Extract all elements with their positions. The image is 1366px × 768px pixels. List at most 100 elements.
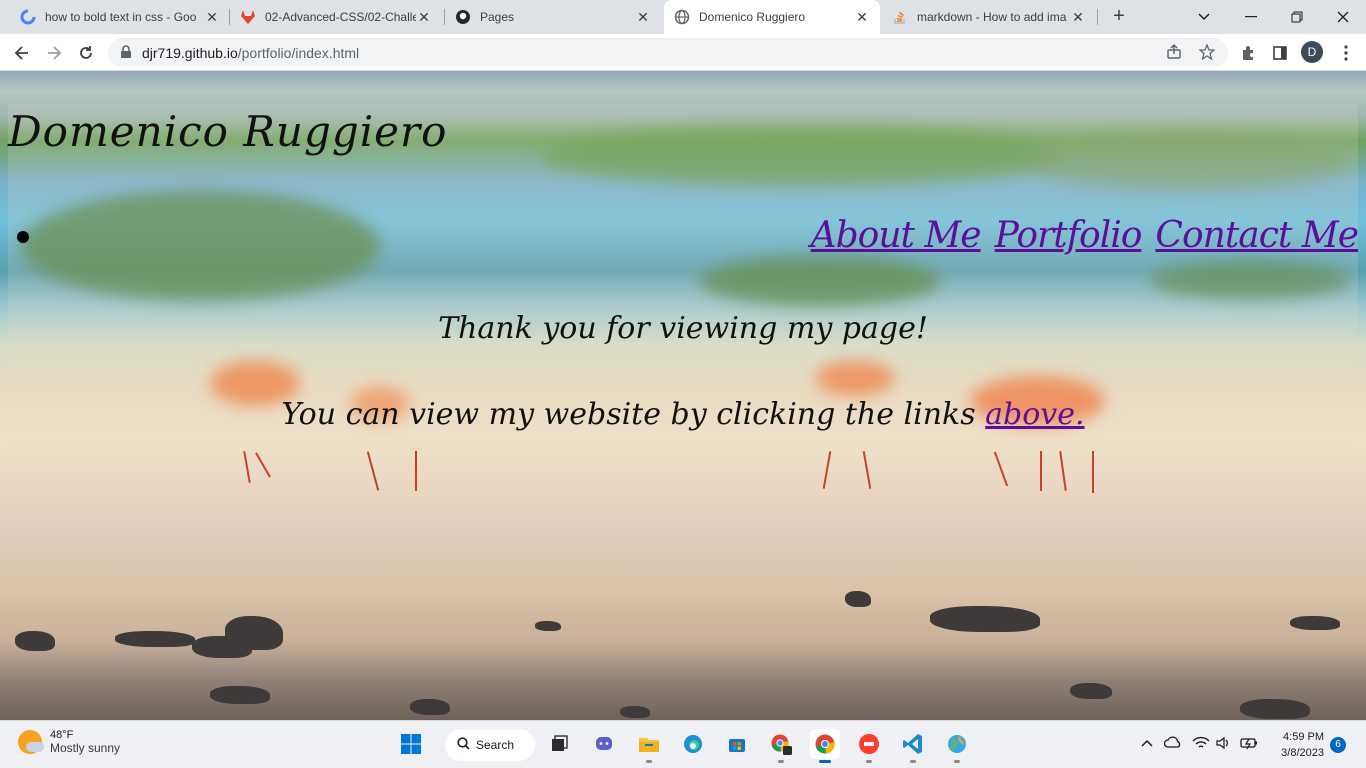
reload-icon[interactable] [73, 40, 99, 66]
weather-sun-icon [18, 730, 44, 754]
notification-badge[interactable]: 6 [1330, 737, 1346, 753]
above-link[interactable]: above. [985, 397, 1084, 432]
stackoverflow-icon [892, 9, 908, 25]
running-indicator [778, 760, 784, 763]
weather-temperature: 48°F [50, 729, 74, 741]
edge-icon[interactable] [678, 729, 708, 759]
tab-title: Pages [480, 10, 515, 24]
rock [620, 706, 650, 718]
onedrive-cloud-icon[interactable] [1163, 736, 1182, 751]
browser-toolbar: djr719.github.io/portfolio/index.html [0, 34, 1366, 71]
tab-stackoverflow[interactable]: markdown - How to add ima ✕ [882, 0, 1096, 34]
site-title: Domenico Ruggiero [8, 107, 448, 156]
search-label: Search [476, 738, 515, 752]
flamingo-leg [822, 451, 832, 489]
windows-start-icon[interactable] [396, 729, 426, 759]
nav-link-portfolio[interactable]: Portfolio [995, 215, 1143, 256]
nav-link-contact-me[interactable]: Contact Me [1155, 215, 1359, 256]
system-clock[interactable]: 4:59 PM 3/8/2023 [1272, 729, 1324, 761]
tab-github-pages[interactable]: Pages ✕ [445, 0, 661, 34]
rock [1290, 616, 1340, 630]
address-bar[interactable]: djr719.github.io/portfolio/index.html [108, 38, 1228, 67]
minimize-icon[interactable] [1228, 0, 1274, 34]
new-tab-button[interactable]: + [1108, 6, 1130, 28]
lock-icon[interactable] [120, 45, 132, 64]
extensions-puzzle-icon[interactable] [1235, 40, 1261, 66]
profile-avatar[interactable]: D [1301, 41, 1323, 63]
url-host: djr719.github.io [142, 45, 238, 61]
tab-search-chevron-icon[interactable] [1181, 0, 1227, 34]
rock [535, 621, 561, 631]
tab-gitlab[interactable]: 02-Advanced-CSS/02-Challen ✕ [230, 0, 442, 34]
active-indicator [819, 760, 831, 763]
list-bullet [17, 231, 29, 243]
vscode-icon[interactable] [898, 729, 928, 763]
flamingo-leg [993, 451, 1009, 487]
show-hidden-icons-chevron-icon[interactable] [1141, 735, 1153, 750]
ea-app-icon[interactable] [854, 729, 884, 763]
close-icon[interactable]: ✕ [635, 9, 651, 26]
globe-icon [674, 9, 690, 25]
clock-date: 3/8/2023 [1281, 747, 1324, 759]
tab-divider [1097, 9, 1098, 25]
wifi-icon[interactable] [1192, 736, 1210, 753]
tab-title: Domenico Ruggiero [699, 10, 806, 24]
rock [930, 606, 1040, 632]
side-panel-icon[interactable] [1267, 40, 1293, 66]
rock [15, 631, 55, 651]
tab-title: markdown - How to add ima [917, 10, 1067, 24]
close-icon[interactable]: ✕ [854, 9, 870, 26]
windows-taskbar: 48°F Mostly sunny Search 4:59 PM 3/8/202… [0, 720, 1366, 768]
rock [210, 686, 270, 704]
menu-kebab-icon[interactable] [1333, 40, 1359, 66]
teams-chat-icon[interactable] [589, 729, 619, 759]
back-arrow-icon[interactable] [9, 40, 35, 66]
url-path: /portfolio/index.html [237, 45, 360, 61]
close-icon[interactable]: ✕ [204, 9, 220, 26]
share-icon[interactable] [1166, 44, 1182, 65]
running-indicator [954, 760, 960, 763]
close-icon[interactable]: ✕ [1070, 9, 1086, 26]
tab-strip: how to bold text in css - Goo ✕ 02-Advan… [0, 0, 1366, 34]
microsoft-store-icon[interactable] [722, 729, 752, 759]
globe-app-icon[interactable] [942, 729, 972, 763]
flamingo-leg [1040, 451, 1042, 491]
flamingo-leg [862, 451, 872, 489]
chrome-profile-icon[interactable] [766, 729, 796, 763]
rock [845, 591, 871, 607]
task-view-icon[interactable] [544, 729, 574, 759]
google-icon [20, 9, 36, 25]
flamingo-leg [366, 451, 380, 491]
flamingo-leg [415, 451, 417, 491]
page-viewport: Domenico Ruggiero About Me Portfolio Con… [0, 71, 1366, 720]
gitlab-icon [240, 9, 256, 25]
bookmark-star-icon[interactable] [1198, 43, 1216, 65]
taskbar-search[interactable]: Search [445, 729, 535, 761]
rock [192, 636, 252, 658]
rock [1240, 699, 1310, 719]
rock [115, 631, 195, 647]
tab-title: how to bold text in css - Goo [45, 10, 197, 24]
flamingo-leg [255, 452, 271, 478]
close-window-icon[interactable] [1320, 0, 1366, 34]
close-icon[interactable]: ✕ [416, 9, 432, 26]
rock [410, 699, 450, 715]
volume-icon[interactable] [1216, 736, 1232, 753]
tab-google-search[interactable]: how to bold text in css - Goo ✕ [10, 0, 230, 34]
tab-domenico-ruggiero[interactable]: Domenico Ruggiero ✕ [664, 0, 880, 34]
battery-charging-icon[interactable] [1240, 736, 1258, 753]
tab-title: 02-Advanced-CSS/02-Challen [265, 10, 416, 24]
main-nav: About Me Portfolio Contact Me [811, 215, 1359, 256]
running-indicator [646, 760, 652, 763]
nav-link-about-me[interactable]: About Me [811, 215, 982, 256]
view-website-message: You can view my website by clicking the … [0, 397, 1366, 432]
chrome-icon[interactable] [810, 729, 840, 763]
clock-time: 4:59 PM [1283, 731, 1324, 743]
thank-you-message: Thank you for viewing my page! [438, 311, 928, 346]
flamingo-leg [1092, 451, 1094, 493]
restore-icon[interactable] [1274, 0, 1320, 34]
rock [1070, 683, 1112, 699]
forward-arrow-icon[interactable] [41, 40, 67, 66]
weather-widget[interactable]: 48°F Mostly sunny [18, 729, 120, 755]
file-explorer-icon[interactable] [634, 729, 664, 763]
